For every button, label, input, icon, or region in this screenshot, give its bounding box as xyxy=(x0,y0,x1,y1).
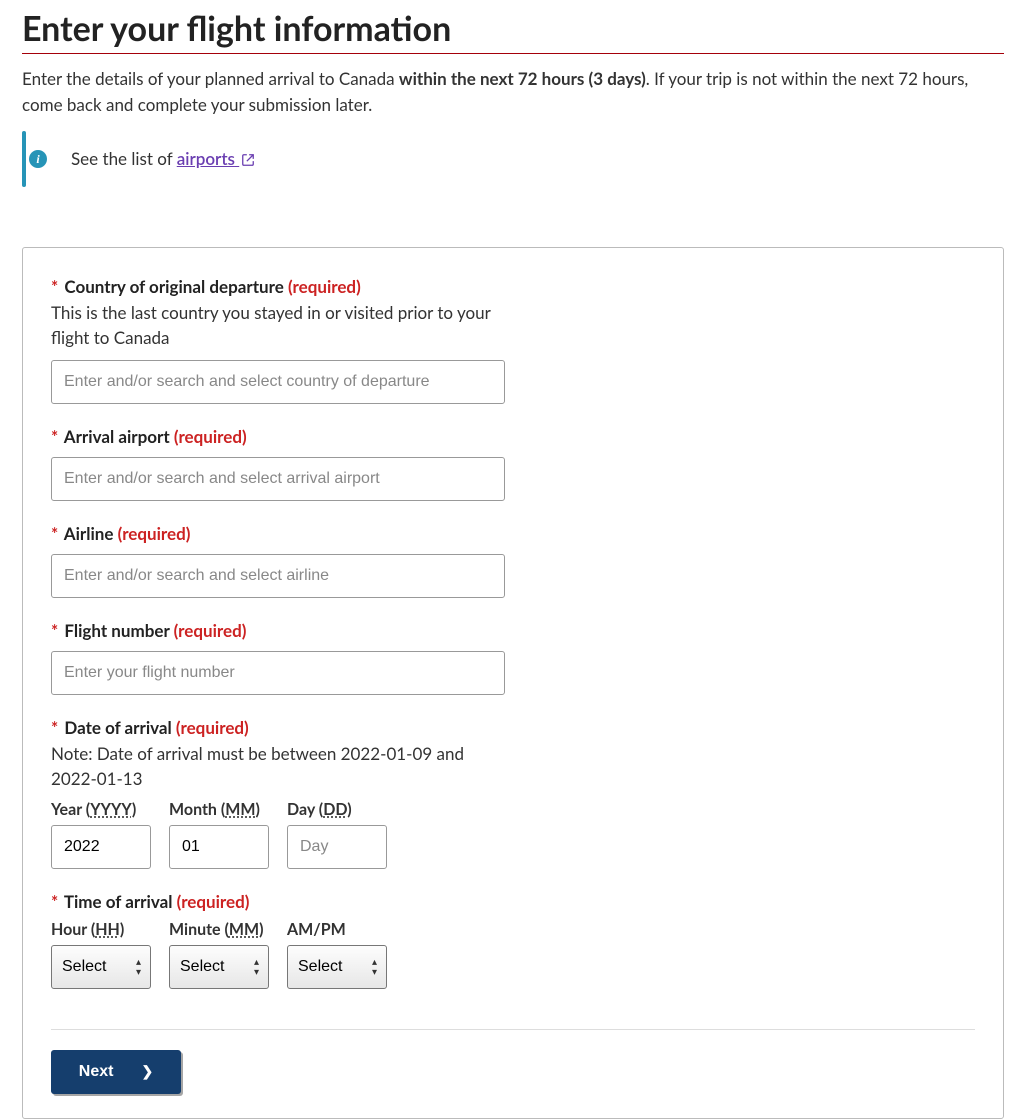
airports-link-text: airports xyxy=(177,148,235,169)
info-callout: i See the list of airports xyxy=(22,131,1004,187)
flight-form: * Country of original departure (require… xyxy=(22,247,1004,1119)
hour-select[interactable]: Select xyxy=(51,945,151,989)
minute-select[interactable]: Select xyxy=(169,945,269,989)
time-of-arrival-label: * Time of arrival (required) xyxy=(51,891,975,912)
required-text: (required) xyxy=(176,717,249,738)
airline-label: * Airline (required) xyxy=(51,523,975,544)
airports-link[interactable]: airports xyxy=(177,148,255,169)
intro-bold: within the next 72 hours (3 days) xyxy=(399,68,646,89)
country-group: * Country of original departure (require… xyxy=(51,276,975,404)
intro-text: Enter the details of your planned arriva… xyxy=(22,66,1004,117)
intro-pre: Enter the details of your planned arriva… xyxy=(22,68,399,89)
chevron-right-icon: ❯ xyxy=(141,1063,153,1080)
country-label: * Country of original departure (require… xyxy=(51,276,975,297)
required-star: * xyxy=(51,717,58,738)
required-text: (required) xyxy=(177,891,250,912)
hour-label: Hour (HH) xyxy=(51,920,151,939)
divider xyxy=(51,1029,975,1030)
required-text: (required) xyxy=(118,523,191,544)
date-of-arrival-label: * Date of arrival (required) xyxy=(51,717,975,738)
time-of-arrival-group: * Time of arrival (required) Hour (HH) S… xyxy=(51,891,975,989)
time-of-arrival-label-text: Time of arrival xyxy=(64,891,173,912)
next-button[interactable]: Next ❯ xyxy=(51,1050,181,1094)
info-prefix: See the list of xyxy=(71,148,177,169)
info-icon: i xyxy=(29,150,47,168)
required-text: (required) xyxy=(174,426,247,447)
required-star: * xyxy=(51,620,58,641)
arrival-airport-label-text: Arrival airport xyxy=(64,426,170,447)
arrival-airport-input[interactable] xyxy=(51,457,505,501)
airline-input[interactable] xyxy=(51,554,505,598)
required-star: * xyxy=(51,276,58,297)
flight-number-label: * Flight number (required) xyxy=(51,620,975,641)
airline-label-text: Airline xyxy=(64,523,114,544)
day-col: Day (DD) xyxy=(287,800,387,869)
flight-number-group: * Flight number (required) xyxy=(51,620,975,695)
year-input[interactable] xyxy=(51,825,151,869)
info-text: See the list of airports xyxy=(71,148,255,171)
day-input[interactable] xyxy=(287,825,387,869)
minute-label: Minute (MM) xyxy=(169,920,269,939)
minute-col: Minute (MM) Select ▴▾ xyxy=(169,920,269,989)
required-star: * xyxy=(51,891,58,912)
country-input[interactable] xyxy=(51,360,505,404)
ampm-label: AM/PM xyxy=(287,920,387,939)
year-label: Year (YYYY) xyxy=(51,800,151,819)
ampm-col: AM/PM Select ▴▾ xyxy=(287,920,387,989)
airline-group: * Airline (required) xyxy=(51,523,975,598)
day-label: Day (DD) xyxy=(287,800,387,819)
hour-col: Hour (HH) Select ▴▾ xyxy=(51,920,151,989)
next-button-label: Next xyxy=(79,1063,114,1081)
month-col: Month (MM) xyxy=(169,800,269,869)
month-input[interactable] xyxy=(169,825,269,869)
required-text: (required) xyxy=(174,620,247,641)
country-label-text: Country of original departure xyxy=(64,276,283,297)
month-label: Month (MM) xyxy=(169,800,269,819)
date-of-arrival-group: * Date of arrival (required) Note: Date … xyxy=(51,717,975,868)
required-star: * xyxy=(51,426,58,447)
info-accent-bar xyxy=(22,131,26,187)
required-star: * xyxy=(51,523,58,544)
country-help: This is the last country you stayed in o… xyxy=(51,301,491,350)
ampm-select[interactable]: Select xyxy=(287,945,387,989)
flight-number-label-text: Flight number xyxy=(64,620,169,641)
arrival-airport-group: * Arrival airport (required) xyxy=(51,426,975,501)
date-of-arrival-note: Note: Date of arrival must be between 20… xyxy=(51,742,491,791)
required-text: (required) xyxy=(288,276,361,297)
date-row: Year (YYYY) Month (MM) Day (DD) xyxy=(51,800,975,869)
time-row: Hour (HH) Select ▴▾ Minute (MM) Select ▴… xyxy=(51,920,975,989)
date-of-arrival-label-text: Date of arrival xyxy=(64,717,171,738)
arrival-airport-label: * Arrival airport (required) xyxy=(51,426,975,447)
page-title: Enter your flight information xyxy=(22,8,1004,54)
flight-number-input[interactable] xyxy=(51,651,505,695)
year-col: Year (YYYY) xyxy=(51,800,151,869)
external-link-icon xyxy=(241,150,255,171)
